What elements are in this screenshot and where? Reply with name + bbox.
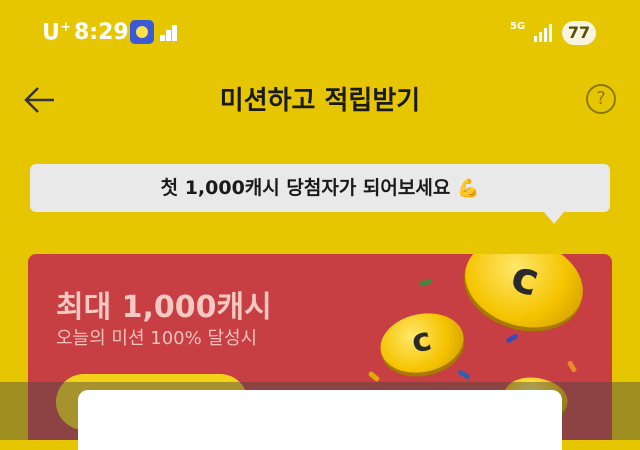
data-activity-icon — [160, 25, 177, 41]
confetti-piece — [457, 369, 471, 380]
network-type-5g: 5G — [510, 21, 526, 32]
question-circle-icon[interactable]: ? — [586, 84, 616, 114]
banner-title: 최대 1,000캐시 — [56, 290, 272, 325]
tooltip-tail — [544, 212, 564, 224]
status-time: 8:29 — [74, 20, 129, 45]
modal-sheet — [78, 390, 562, 450]
confetti-piece — [505, 333, 519, 344]
signal-bars-icon — [534, 24, 552, 42]
coin-icon — [454, 254, 594, 341]
app-header: 미션하고 적립받기 ? — [0, 62, 640, 142]
confetti-piece — [419, 278, 433, 287]
carrier-label: U+ — [42, 20, 72, 46]
confetti-piece — [367, 370, 381, 383]
tooltip-text: 첫 1,000캐시 당첨자가 되어보세요 — [160, 177, 451, 199]
status-bar: U+ 8:29 5G 77 — [0, 0, 640, 62]
banner-subtitle: 오늘의 미션 100% 달성시 — [56, 328, 258, 349]
battery-indicator: 77 — [562, 21, 596, 45]
page-title: 미션하고 적립받기 — [219, 86, 421, 116]
notification-app-icon — [130, 20, 154, 44]
flexed-biceps-icon: 💪 — [456, 178, 480, 199]
promo-tooltip: 첫 1,000캐시 당첨자가 되어보세요 💪 — [30, 164, 610, 212]
coin-icon — [374, 305, 470, 381]
confetti-piece — [566, 360, 578, 373]
